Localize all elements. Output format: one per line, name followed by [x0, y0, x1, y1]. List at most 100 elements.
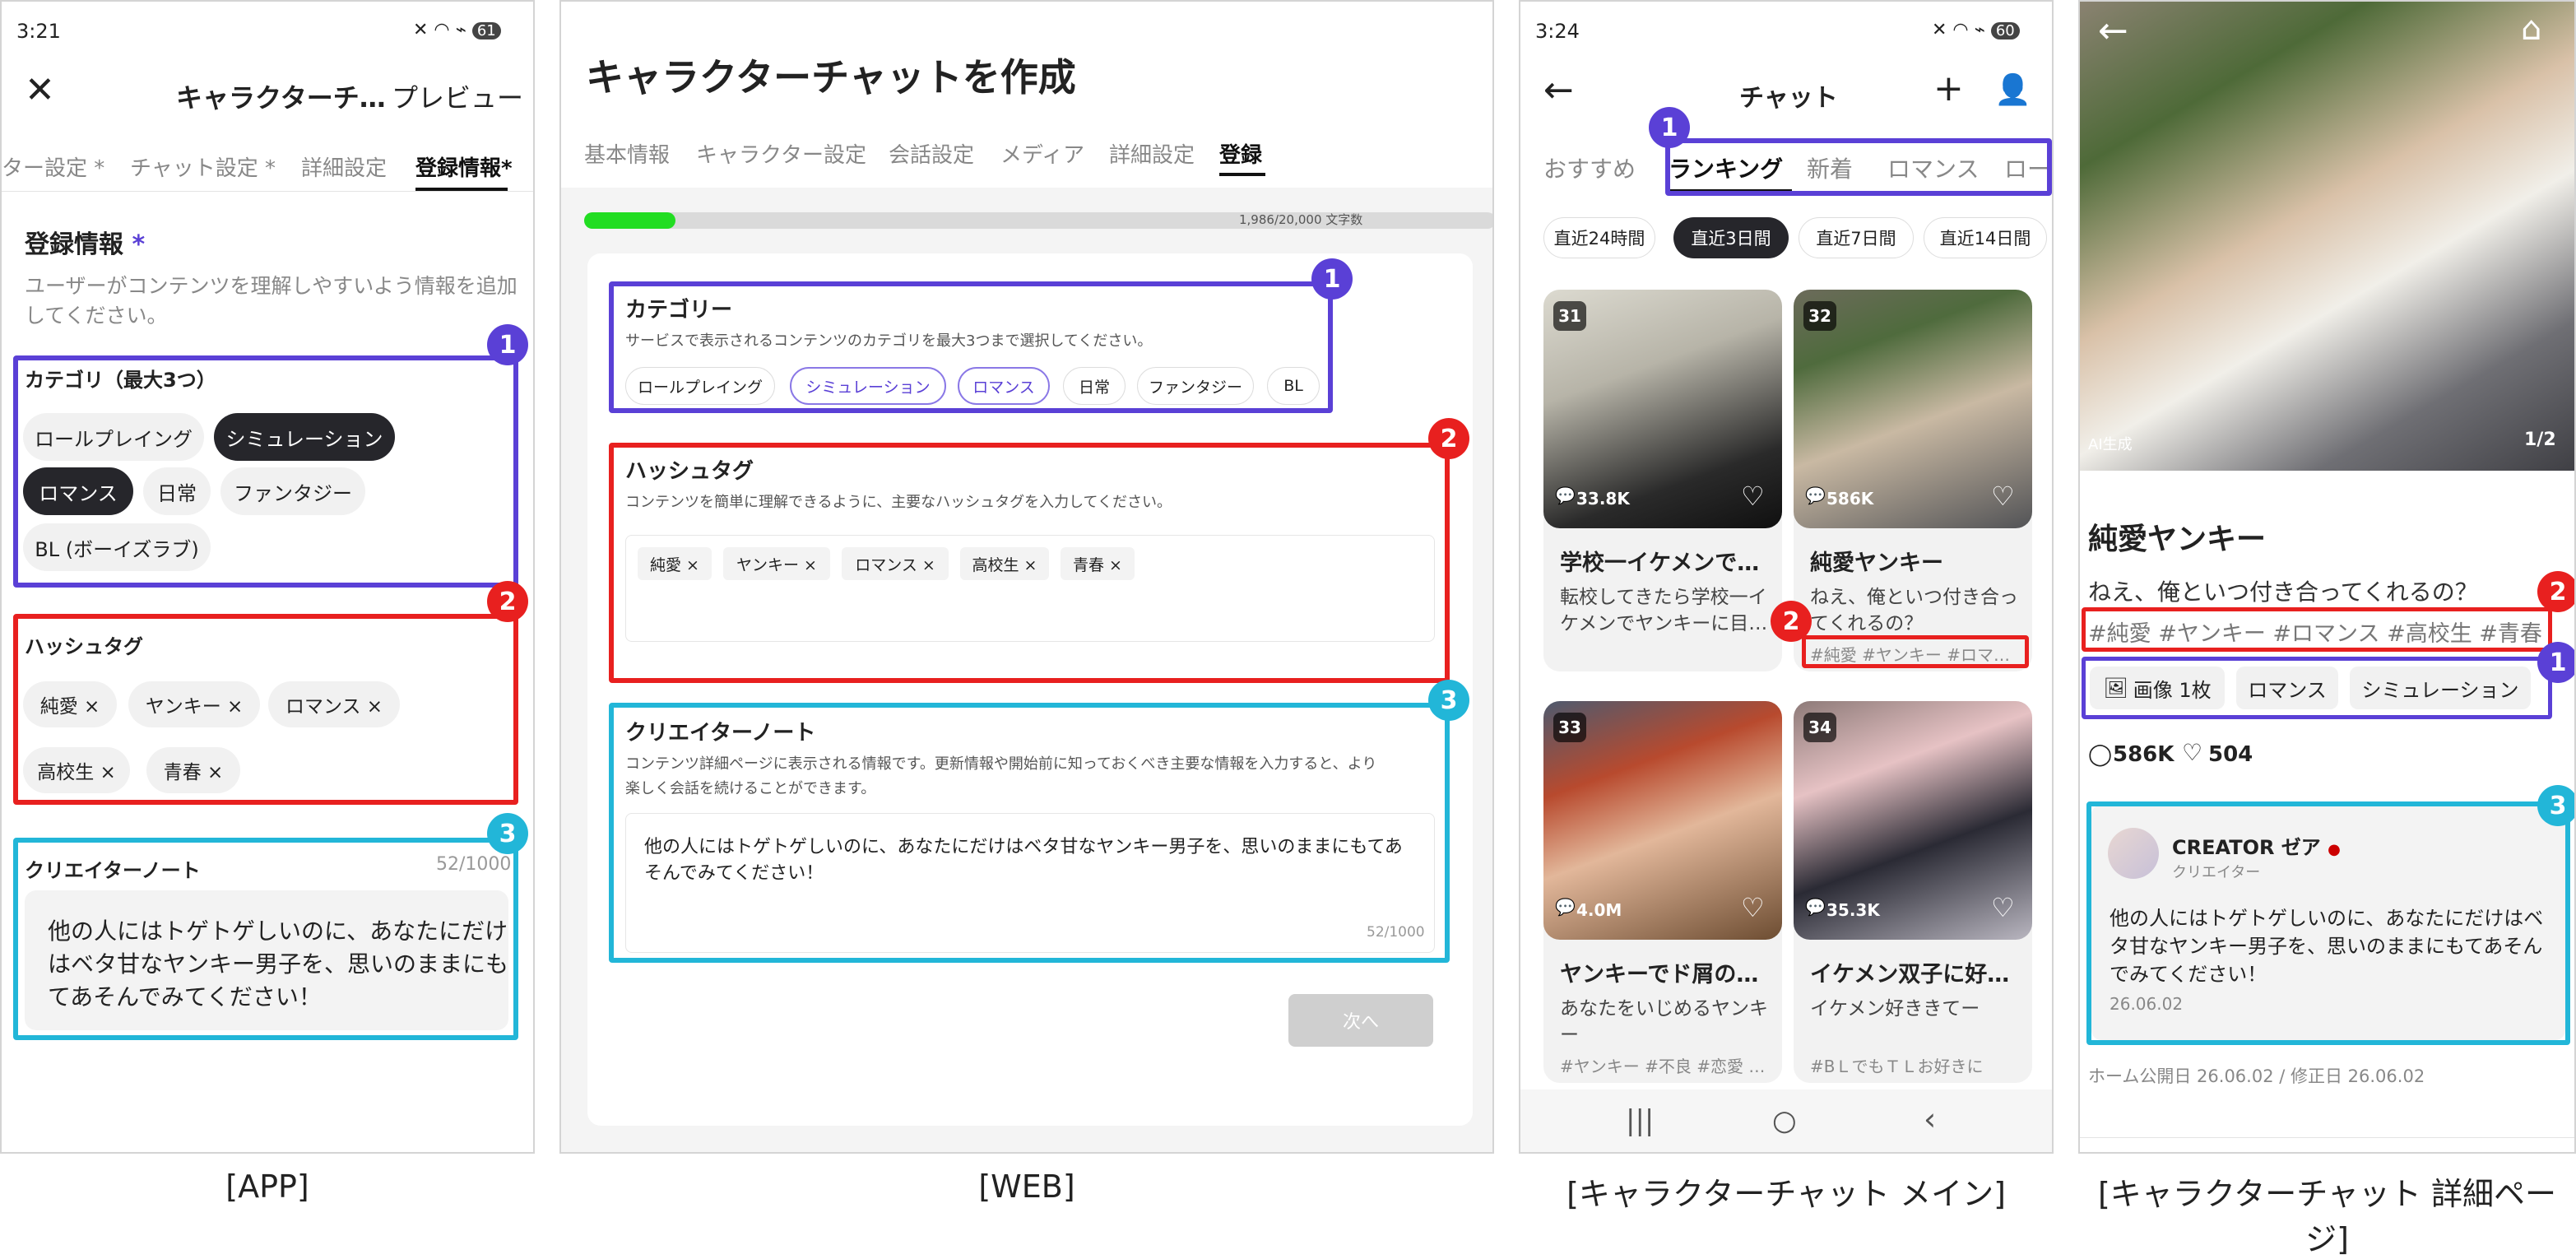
chat-detail-panel: ← ⌂ AI生成 1/2 純愛ヤンキー ねえ、俺といつ付き合ってくれるの？ #純… [2078, 0, 2576, 1154]
app-tab-divider [2, 191, 533, 192]
caption-web: [WEB] [978, 1168, 1075, 1205]
detail-subtitle: ねえ、俺といつ付き合ってくれるの？ [2088, 578, 2478, 606]
next-button-label: 次へ [1342, 1012, 1379, 1033]
time-filter-chip[interactable]: 直近24時間 [1543, 217, 1655, 258]
card-desc-line-2: てくれるの？ [1810, 613, 1924, 634]
character-hero-image [2080, 2, 2574, 471]
card-title: 学校一イケメンで… [1560, 551, 1760, 576]
card-tags: #BＬでもＴＬお好きに [1810, 1057, 1984, 1076]
detail-hashtag-highlight [2082, 607, 2552, 652]
view-count: 586K [1826, 489, 1874, 509]
card-desc-line-1: ねえ、俺といつ付き合っ [1810, 587, 2018, 608]
rank-badge: 33 [1553, 713, 1586, 742]
chat-bubble-icon: 💬 [1805, 485, 1826, 505]
tab-detail-settings[interactable]: 詳細設定 [301, 151, 387, 182]
rank-badge: 31 [1553, 301, 1586, 331]
tab-character-settings[interactable]: ター設定 * [2, 151, 104, 182]
heart-icon[interactable]: ♡ [1741, 892, 1765, 923]
card-desc-line-1: 転校してきたら学校一イ [1560, 587, 1767, 608]
web-note-highlight [609, 703, 1450, 963]
battery-level: 60 [1990, 22, 2020, 39]
web-hashtag-highlight [609, 443, 1450, 683]
time-filter-chip[interactable]: 直近14日間 [1924, 217, 2047, 258]
marker-1: 1 [487, 324, 528, 365]
time-filter-chip-selected[interactable]: 直近3日間 [1673, 217, 1789, 258]
section-title: 登録情報 * [25, 230, 146, 259]
tab-recommended[interactable]: おすすめ [1543, 151, 1636, 184]
web-tab[interactable]: 会話設定 [889, 138, 974, 169]
card-tags-highlight [1802, 635, 2029, 668]
plus-icon[interactable]: + [1933, 67, 1964, 109]
note-highlight [13, 838, 518, 1040]
status-time: 3:21 [16, 20, 61, 43]
web-panel: キャラクターチャットを作成 基本情報 キャラクター設定 会話設定 メディア 詳細… [559, 0, 1494, 1154]
tab-highlight [1665, 138, 2052, 196]
bottom-divider [2080, 1137, 2574, 1138]
preview-button[interactable]: プレビュー [392, 77, 523, 115]
marker-1: 1 [1311, 258, 1353, 300]
detail-note-highlight [2086, 801, 2570, 1045]
caption-app: [APP] [225, 1168, 309, 1205]
chat-bubble-icon: 💬 [1805, 897, 1826, 917]
caption-main: [キャラクターチャット メイン] [1566, 1176, 2006, 1212]
status-time: 3:24 [1535, 20, 1580, 43]
card-title: 純愛ヤンキー [1810, 551, 1943, 576]
like-count: 504 [2208, 742, 2253, 767]
progress-label: 1,986/20,000 文字数 [1239, 212, 1363, 227]
chat-card[interactable]: 31 33.8K 💬 ♡ 学校一イケメンで… 転校してきたら学校一イ ケメンでヤ… [1543, 290, 1782, 671]
card-title: ヤンキーでド屑の… [1560, 962, 1759, 987]
chat-card[interactable]: 34 35.3K 💬 ♡ イケメン双子に好… イケメン好ききてー #BＬでもＴＬ… [1794, 701, 2032, 1083]
nav-back-icon[interactable]: ‹ [1924, 1101, 1936, 1137]
back-arrow-icon[interactable]: ← [2098, 10, 2128, 52]
heart-icon[interactable]: ♡ [2182, 739, 2202, 766]
user-icon[interactable]: 👤 [1994, 72, 2031, 107]
tab-registration[interactable]: 登録情報* [415, 151, 513, 182]
back-arrow-icon[interactable]: ← [1543, 69, 1574, 111]
view-count: 33.8K [1576, 489, 1630, 509]
chat-bubble-icon: 💬 [1555, 485, 1576, 505]
web-tab[interactable]: 基本情報 [584, 138, 670, 169]
recent-apps-icon[interactable]: ||| [1626, 1104, 1654, 1137]
time-filter-chip[interactable]: 直近7日間 [1799, 217, 1914, 258]
publish-info: ホーム公開日 26.06.02 / 修正日 26.06.02 [2088, 1066, 2425, 1086]
web-category-highlight [609, 281, 1333, 413]
caption-detail: [キャラクターチャット 詳細ページ] [2097, 1176, 2556, 1257]
card-desc-line-1: あなたをいじめるヤンキ [1560, 998, 1768, 1020]
heart-icon[interactable]: ♡ [1741, 481, 1765, 512]
web-tab[interactable]: キャラクター設定 [696, 138, 866, 169]
card-desc-line-2: ー [1560, 1024, 1579, 1046]
web-tab-underline [1219, 173, 1265, 176]
card-desc-line-2: ケメンでヤンキーに目… [1560, 613, 1768, 634]
web-tab[interactable]: 詳細設定 [1109, 138, 1195, 169]
web-tab[interactable]: メディア [1000, 138, 1084, 169]
comment-icon: ◯ [2088, 742, 2113, 767]
home-circle-icon[interactable]: ○ [1772, 1104, 1797, 1137]
card-tags: #ヤンキー #不良 #恋愛 … [1560, 1057, 1766, 1076]
heart-icon[interactable]: ♡ [1991, 892, 2015, 923]
android-nav-bar: ||| ○ ‹ [1520, 1089, 2052, 1152]
chat-card[interactable]: 33 4.0M 💬 ♡ ヤンキーでド屑の… あなたをいじめるヤンキ ー #ヤンキ… [1543, 701, 1782, 1083]
category-highlight [13, 355, 518, 588]
chat-bubble-icon: 💬 [1555, 897, 1576, 917]
marker-3: 3 [1428, 680, 1469, 721]
heart-icon[interactable]: ♡ [1991, 481, 2015, 512]
close-icon[interactable]: ✕ [25, 72, 55, 109]
next-button[interactable]: 次へ [1288, 994, 1433, 1047]
marker-1: 1 [2537, 642, 2574, 683]
chat-main-panel: 3:24 ✕ ◠ ⌁ 60 ← チャット + 👤 おすすめ ランキング 新着 ロ… [1519, 0, 2054, 1154]
status-icons: ✕ ◠ ⌁ 61 [413, 20, 501, 40]
comment-count: 586K [2113, 742, 2175, 767]
chat-title: チャット [1739, 84, 1838, 113]
required-mark: * [132, 230, 146, 259]
marker-3: 3 [2537, 785, 2574, 826]
section-desc-line-1: ユーザーがコンテンツを理解しやすいよう情報を追加 [25, 274, 518, 298]
marker-2: 2 [1428, 418, 1469, 459]
web-tab-active[interactable]: 登録 [1219, 138, 1262, 169]
detail-title: 純愛ヤンキー [2088, 523, 2267, 556]
home-icon[interactable]: ⌂ [2521, 10, 2541, 48]
chat-card[interactable]: 32 586K 💬 ♡ 純愛ヤンキー ねえ、俺といつ付き合っ てくれるの？ #純… [1794, 290, 2032, 671]
tab-chat-settings[interactable]: チャット設定 * [130, 151, 276, 182]
image-counter: 1/2 [2524, 430, 2556, 450]
hashtag-highlight [13, 614, 518, 805]
marker-2: 2 [2537, 571, 2574, 612]
